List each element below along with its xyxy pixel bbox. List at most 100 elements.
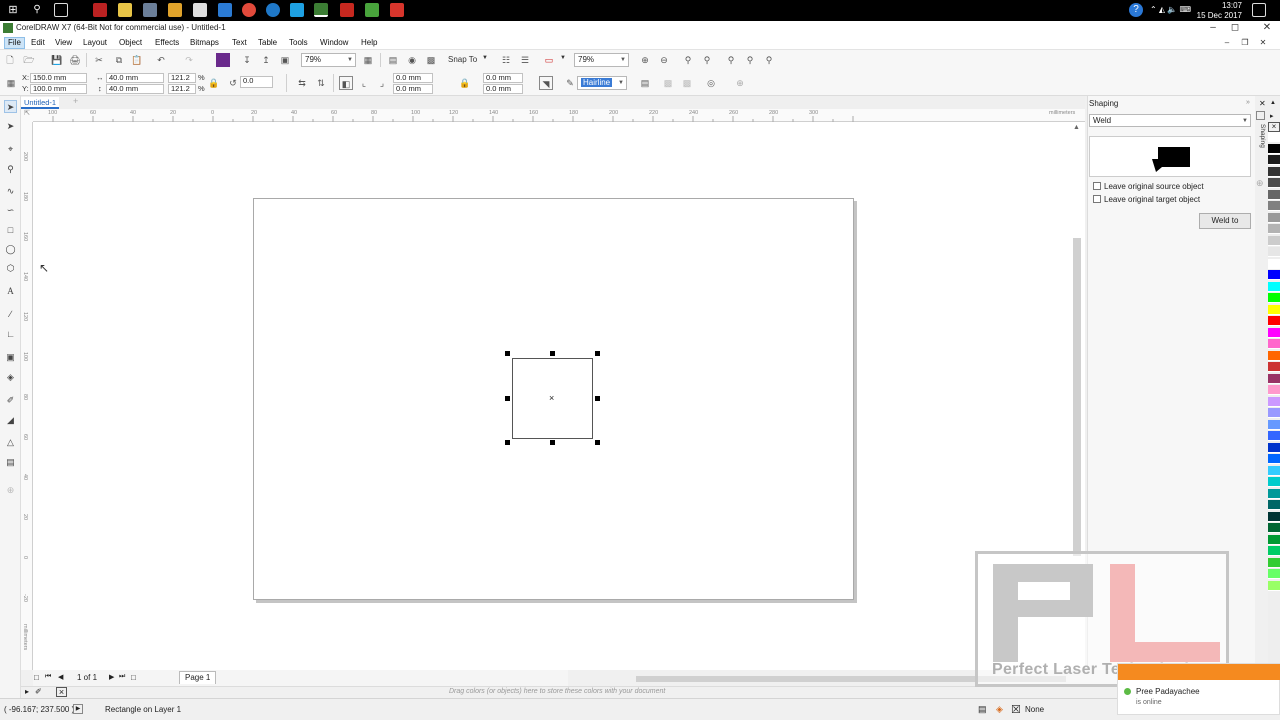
color-swatch[interactable] [1268, 247, 1280, 257]
transparency-icon[interactable]: ◈ [4, 371, 17, 384]
windows-start-icon[interactable]: ⊞ [6, 3, 20, 17]
horizontal-ruler[interactable]: 100 60 40 20 0 20 40 60 80 100 120 140 1… [33, 109, 1085, 122]
app-icon[interactable] [93, 3, 107, 17]
color-swatch[interactable] [1268, 224, 1280, 234]
search-content-icon[interactable] [216, 53, 230, 67]
scroll-up-icon[interactable]: ▲ [1073, 124, 1080, 131]
color-swatch[interactable] [1268, 178, 1280, 188]
menu-effects[interactable]: Effects [152, 37, 182, 49]
system-clock[interactable]: 13:07 15 Dec 2017 [1197, 1, 1242, 21]
menu-view[interactable]: View [52, 37, 75, 49]
convert-to-curves-icon[interactable]: ◎ [704, 76, 718, 90]
help-icon[interactable]: ? [1129, 3, 1143, 17]
menu-edit[interactable]: Edit [28, 37, 48, 49]
eyedropper-icon[interactable]: ✐ [35, 687, 42, 696]
show-rulers-icon[interactable]: ▤ [386, 53, 400, 67]
text-wrap-icon[interactable]: ▤ [638, 76, 652, 90]
chat-notification[interactable]: Pree Padayachee is online [1117, 663, 1280, 715]
parallel-dimension-icon[interactable]: ∕ [4, 308, 17, 321]
selection-handle-l[interactable] [505, 396, 510, 401]
docker-close-icon[interactable]: ✕ [1259, 99, 1266, 108]
doc-restore-button[interactable]: ❐ [1236, 36, 1254, 51]
smart-fill-icon[interactable]: △ [4, 436, 17, 449]
corner-radius-br-field[interactable]: 0.0 mm [483, 84, 523, 94]
drop-shadow-icon[interactable]: ▣ [4, 351, 17, 364]
color-swatch[interactable] [1268, 143, 1280, 154]
no-color-swatch[interactable]: × [1268, 122, 1280, 132]
color-swatch[interactable] [1268, 488, 1280, 499]
chamfered-corner-icon[interactable]: ⌟ [375, 76, 389, 90]
selection-handle-b[interactable] [550, 440, 555, 445]
zoom-page-icon[interactable]: ⚲ [724, 53, 738, 67]
menu-tools[interactable]: Tools [286, 37, 311, 49]
color-swatch[interactable] [1268, 580, 1280, 591]
zoom-selected-icon[interactable]: ⚲ [681, 53, 695, 67]
first-page-icon[interactable]: ⏮ [45, 673, 51, 681]
color-proof-icon[interactable]: ▤ [978, 704, 987, 715]
selection-handle-bl[interactable] [505, 440, 510, 445]
interactive-fill-icon[interactable]: ◢ [4, 414, 17, 427]
palette-scroll-up-icon[interactable]: ▲ [1270, 100, 1276, 106]
object-origin-icon[interactable]: ▦ [4, 76, 18, 90]
app-icon[interactable] [193, 3, 207, 17]
add-tool-icon[interactable]: ⊕ [4, 484, 17, 497]
fill-icon[interactable]: ◈ [996, 704, 1003, 715]
color-swatch[interactable] [1268, 454, 1280, 464]
color-swatch[interactable] [1268, 304, 1280, 315]
crop-tool-icon[interactable]: ⌖ [4, 143, 17, 156]
show-grid-icon[interactable]: ◉ [405, 53, 419, 67]
docker-tab-shaping[interactable]: Shaping [1255, 124, 1266, 148]
color-swatch[interactable] [1268, 258, 1280, 269]
zoom-tool-icon[interactable]: ⚲ [4, 163, 17, 176]
zoom-level-combo-2[interactable]: 79% ▼ [574, 53, 629, 67]
rectangle-tool-icon[interactable]: □ [4, 224, 17, 237]
height-field[interactable]: 40.0 mm [106, 84, 164, 94]
next-page-icon[interactable]: ▶ [109, 673, 114, 681]
copy-icon[interactable]: ⧉ [112, 53, 126, 67]
paste-icon[interactable]: 📋 [130, 53, 144, 67]
x-position-field[interactable]: 150.0 mm [30, 73, 87, 83]
menu-table[interactable]: Table [255, 37, 280, 49]
skype-icon[interactable] [290, 3, 304, 17]
menu-window[interactable]: Window [317, 37, 351, 49]
width-field[interactable]: 40.0 mm [106, 73, 164, 83]
publish-pdf-icon[interactable]: ▣ [278, 53, 292, 67]
color-swatch[interactable] [1268, 339, 1280, 349]
add-page-before-icon[interactable]: □ [34, 673, 39, 682]
color-swatch[interactable] [1268, 189, 1280, 200]
maximize-button[interactable]: ◻ [1226, 21, 1244, 36]
color-swatch[interactable] [1268, 281, 1280, 292]
launch-icon[interactable]: ▭ [542, 53, 556, 67]
color-swatch[interactable] [1268, 155, 1280, 165]
app-icon[interactable] [218, 3, 232, 17]
color-swatch[interactable] [1268, 431, 1280, 441]
task-view-icon[interactable] [54, 3, 68, 17]
ellipse-tool-icon[interactable]: ◯ [4, 243, 17, 256]
document-tab[interactable]: Untitled-1 [21, 97, 60, 109]
open-icon[interactable]: 🗁 [22, 53, 36, 67]
leave-source-checkbox[interactable] [1093, 182, 1101, 190]
import-icon[interactable]: ↧ [240, 53, 254, 67]
undo-icon[interactable]: ↶ [154, 53, 168, 67]
color-swatch[interactable] [1268, 270, 1280, 280]
corner-radius-bl-field[interactable]: 0.0 mm [393, 84, 433, 94]
text-tool-icon[interactable]: A [4, 285, 17, 298]
vertical-scroll-thumb[interactable] [1073, 238, 1081, 556]
app-icon[interactable] [143, 3, 157, 17]
coreldraw-icon[interactable] [314, 3, 328, 17]
color-palette[interactable] [1268, 132, 1280, 672]
color-swatch[interactable] [1268, 385, 1280, 395]
scale-x-field[interactable]: 121.2 [168, 73, 196, 83]
color-swatch[interactable] [1268, 212, 1280, 223]
ruler-corner[interactable]: ⇱ [21, 109, 33, 122]
rotation-field[interactable]: 0.0 [240, 76, 273, 88]
vertical-ruler[interactable]: 200 180 160 140 120 100 80 60 40 20 0 -2… [21, 122, 33, 670]
play-icon[interactable]: ▶ [73, 704, 83, 714]
scalloped-corner-icon[interactable]: ⌞ [357, 76, 371, 90]
outline-width-combo[interactable]: Hairline ▼ [577, 76, 627, 90]
lock-ratio-icon[interactable]: 🔒 [207, 76, 221, 90]
color-swatch[interactable] [1268, 477, 1280, 487]
document-palette[interactable]: ▸ ✐ × Drag colors (or objects) here to s… [21, 686, 1085, 698]
color-swatch[interactable] [1268, 408, 1280, 418]
menu-text[interactable]: Text [229, 37, 250, 49]
